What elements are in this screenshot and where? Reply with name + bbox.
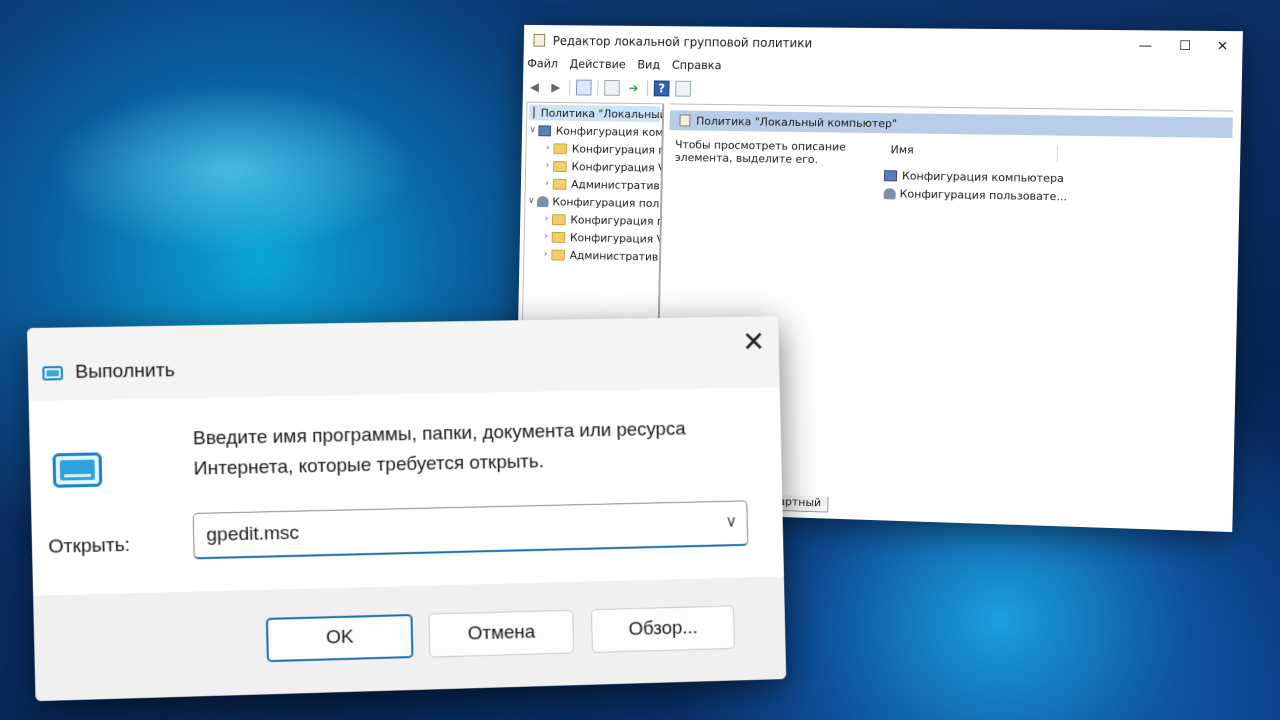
user-icon	[537, 196, 549, 207]
column-header-name[interactable]: Имя	[886, 143, 1058, 162]
folder-icon	[553, 143, 567, 154]
tree-item-label: Конфигурация п	[570, 213, 664, 228]
menu-help[interactable]: Справка	[672, 58, 722, 76]
run-footer: OK Отмена Обзор...	[33, 576, 786, 701]
tree-item-label: Конфигурация V	[571, 160, 664, 174]
list-item-computer-config[interactable]: Конфигурация компьютера	[884, 169, 1064, 185]
run-body: Введите имя программы, папки, документа …	[29, 387, 784, 596]
tree-item-label: Конфигурация комп	[556, 124, 665, 138]
ok-button[interactable]: OK	[266, 614, 414, 662]
run-prompt: Введите имя программы, папки, документа …	[193, 413, 770, 485]
chevron-right-icon[interactable]: ›	[542, 143, 554, 153]
folder-icon	[553, 161, 567, 172]
folder-icon	[551, 249, 565, 260]
tree-item-label: Конфигурация V	[570, 231, 664, 246]
close-button[interactable]: ✕	[1217, 39, 1229, 54]
tree-item-label: Конфигурация п	[572, 142, 664, 156]
details-description: Чтобы просмотреть описание элемента, выд…	[675, 138, 863, 167]
properties-icon[interactable]	[604, 80, 620, 96]
help-icon[interactable]: ?	[654, 80, 670, 96]
policy-document-icon	[533, 107, 535, 119]
extended-view-icon[interactable]	[675, 81, 691, 97]
menu-action[interactable]: Действие	[569, 57, 626, 75]
chevron-right-icon[interactable]: ›	[540, 214, 552, 224]
run-dialog: Выполнить ✕ Введите имя программы, папки…	[27, 316, 786, 701]
chevron-down-icon[interactable]: ∨	[525, 196, 537, 206]
toolbar: ◀ ▶ ➔ ?	[527, 76, 692, 100]
minimize-button[interactable]: —	[1138, 38, 1152, 53]
tree-root-label: Политика "Локальный	[541, 106, 665, 120]
tree-item-label: Конфигурация пол	[552, 195, 659, 210]
computer-icon	[538, 125, 551, 136]
folder-icon	[553, 178, 567, 189]
tree-item-software-settings[interactable]: › Конфигурация п	[540, 211, 664, 229]
chevron-right-icon[interactable]: ›	[540, 249, 552, 259]
folder-icon	[552, 231, 566, 242]
chevron-right-icon[interactable]: ›	[541, 179, 553, 189]
user-icon	[884, 188, 896, 199]
details-header-label: Политика "Локальный компьютер"	[696, 114, 897, 130]
menu-view[interactable]: Вид	[637, 58, 660, 76]
chevron-down-icon[interactable]: ∨	[527, 125, 539, 135]
tree-item-user-config[interactable]: ∨ Конфигурация пол	[525, 193, 659, 211]
toolbar-separator	[597, 80, 598, 96]
open-input[interactable]: gpedit.msc	[206, 523, 299, 547]
gpedit-titlebar[interactable]: Редактор локальной групповой политики — …	[524, 25, 1243, 62]
tree-item-software-settings[interactable]: › Конфигурация п	[542, 140, 664, 158]
run-large-icon	[52, 452, 102, 487]
policy-document-icon	[679, 114, 690, 126]
show-tree-icon[interactable]	[576, 80, 592, 96]
tree-item-admin-templates[interactable]: › Административ	[541, 176, 660, 194]
tree-item-label: Административ	[570, 248, 659, 263]
gpedit-title: Редактор локальной групповой политики	[553, 34, 813, 50]
toolbar-separator	[647, 80, 648, 96]
list-item-user-config[interactable]: Конфигурация пользовате...	[884, 187, 1068, 203]
run-dialog-frame: Выполнить ✕ Введите имя программы, папки…	[27, 316, 786, 701]
tree-item-computer-config[interactable]: ∨ Конфигурация комп	[527, 122, 665, 140]
tree-item-windows-settings[interactable]: › Конфигурация V	[541, 158, 664, 176]
run-icon	[42, 366, 63, 381]
tree-root[interactable]: Политика "Локальный	[529, 105, 660, 122]
list-item-label: Конфигурация пользовате...	[900, 187, 1068, 203]
browse-button[interactable]: Обзор...	[591, 605, 735, 653]
tree-item-windows-settings[interactable]: › Конфигурация V	[540, 229, 664, 247]
menu-file[interactable]: Файл	[527, 56, 558, 74]
run-title: Выполнить	[75, 360, 175, 384]
folder-icon	[552, 214, 566, 225]
list-item-label: Конфигурация компьютера	[902, 169, 1064, 185]
forward-arrow-icon[interactable]: ▶	[548, 79, 564, 95]
export-list-icon[interactable]: ➔	[625, 80, 641, 96]
details-header: Политика "Локальный компьютер"	[670, 110, 1233, 138]
cancel-button[interactable]: Отмена	[428, 610, 574, 658]
back-arrow-icon[interactable]: ◀	[527, 79, 543, 95]
tree-item-label: Административ	[571, 178, 660, 192]
toolbar-separator	[569, 79, 570, 95]
chevron-right-icon[interactable]: ›	[540, 232, 552, 242]
chevron-right-icon[interactable]: ›	[541, 161, 553, 171]
maximize-button[interactable]: ☐	[1179, 39, 1191, 54]
tree-item-admin-templates[interactable]: › Административ	[540, 246, 659, 264]
open-label: Открыть:	[48, 535, 130, 559]
computer-icon	[884, 170, 897, 181]
open-combobox[interactable]: gpedit.msc ∨	[193, 500, 749, 559]
policy-document-icon	[533, 34, 545, 47]
close-icon[interactable]: ✕	[742, 328, 765, 356]
chevron-down-icon[interactable]: ∨	[725, 511, 737, 531]
